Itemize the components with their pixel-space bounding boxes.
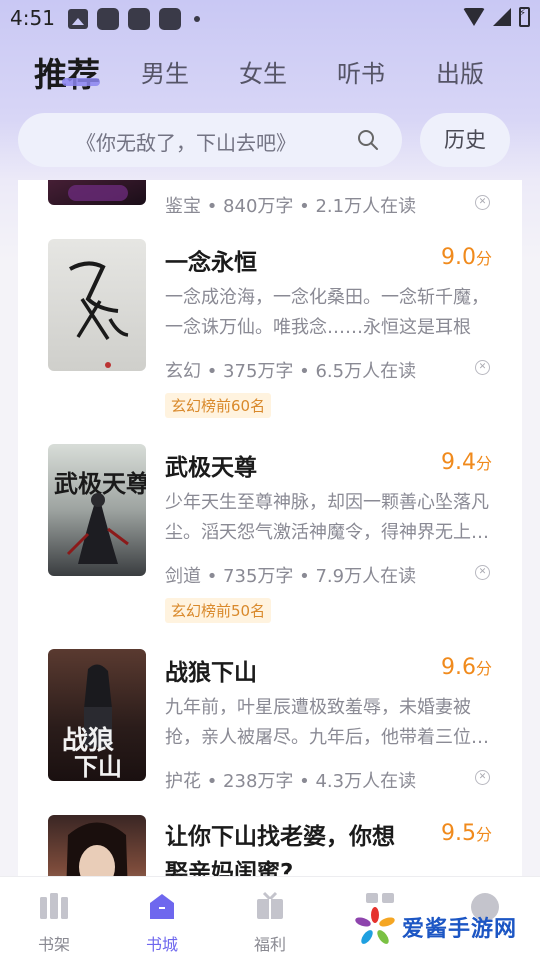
tab-audiobook[interactable]: 听书 xyxy=(337,54,385,89)
book-title[interactable]: 一念永恒 xyxy=(165,243,257,277)
tab-female[interactable]: 女生 xyxy=(239,54,287,89)
nav-label: 书架 xyxy=(37,935,70,954)
store-icon xyxy=(150,894,174,919)
app-notification-icon xyxy=(97,8,119,30)
battery-icon xyxy=(519,7,530,27)
search-icon[interactable] xyxy=(356,128,380,152)
watermark-text: 爱酱手游网 xyxy=(402,917,518,942)
close-icon[interactable]: ✕ xyxy=(475,770,490,785)
rank-badge: 玄幻榜前60名 xyxy=(165,393,272,418)
book-title[interactable]: 让你下山找老婆，你想娶亲妈闺蜜? xyxy=(165,819,405,876)
book-cover[interactable] xyxy=(48,815,146,876)
book-cover[interactable]: 战狼 下山 xyxy=(48,649,146,781)
signal-icon xyxy=(493,8,511,26)
tab-publishing[interactable]: 出版 xyxy=(436,54,484,89)
gift-icon xyxy=(257,891,283,919)
book-meta: 玄幻 • 375万字 • 6.5万人在读 xyxy=(165,361,417,382)
book-score: 9.5分 xyxy=(440,821,492,846)
book-cover[interactable] xyxy=(48,239,146,371)
history-button[interactable]: 历史 xyxy=(420,113,510,167)
watermark-logo-icon xyxy=(355,907,395,944)
book-meta: 鉴宝 • 840万字 • 2.1万人在读 xyxy=(165,196,417,217)
book-score: 9.6分 xyxy=(440,655,492,680)
rank-badge: 玄幻榜前50名 xyxy=(165,598,272,623)
nav-store[interactable]: 书城 xyxy=(127,891,197,955)
tab-recommend[interactable]: 推荐 xyxy=(34,48,100,96)
book-title[interactable]: 武极天尊 xyxy=(165,448,257,482)
svg-text:战狼: 战狼 xyxy=(62,725,114,756)
book-meta: 剑道 • 735万字 • 7.9万人在读 xyxy=(165,566,417,587)
system-icons xyxy=(463,7,530,27)
book-score: 9.0分 xyxy=(440,245,492,270)
book-cover[interactable] xyxy=(48,180,146,205)
category-tabs: 推荐 男生 女生 听书 出版 xyxy=(0,48,540,94)
app-notification-icon xyxy=(159,8,181,30)
book-description: 九年前，叶星辰遭极致羞辱，未婚妻被抢，亲人被屠尽。九年后，他带着三位… xyxy=(165,697,489,748)
status-bar: 4:51 xyxy=(0,0,540,38)
nav-welfare[interactable]: 福利 xyxy=(235,891,305,955)
close-icon[interactable]: ✕ xyxy=(475,565,490,580)
more-notifications-icon xyxy=(194,16,200,22)
book-score: 9.4分 xyxy=(440,450,492,475)
nav-label: 书城 xyxy=(145,935,178,954)
book-title[interactable]: 战狼下山 xyxy=(165,653,257,687)
wifi-icon xyxy=(463,8,485,26)
book-list[interactable]: 鉴宝 • 840万字 • 2.1万人在读 ✕ 一念永恒 9.0分 一念成沧海，一… xyxy=(18,180,522,876)
book-description: 一念成沧海，一念化桑田。一念斩千魔，一念诛万仙。唯我念……永恒这是耳根继… xyxy=(165,287,489,338)
notification-icons xyxy=(68,8,200,30)
close-icon[interactable]: ✕ xyxy=(475,360,490,375)
book-meta: 护花 • 238万字 • 4.3万人在读 xyxy=(165,771,417,792)
nav-label: 福利 xyxy=(253,935,286,954)
active-tab-indicator xyxy=(62,78,100,86)
svg-text:下山: 下山 xyxy=(74,753,122,781)
watermark: 爱酱手游网 xyxy=(354,906,517,948)
status-time: 4:51 xyxy=(10,6,55,30)
nav-bookshelf[interactable]: 书架 xyxy=(19,891,89,955)
book-cover[interactable]: 武极天尊 xyxy=(48,444,146,576)
app-notification-icon xyxy=(128,8,150,30)
bookshelf-icon xyxy=(40,893,68,919)
image-notification-icon xyxy=(68,9,88,29)
search-input[interactable]: 《你无敌了，下山去吧》 xyxy=(18,113,402,167)
tab-male[interactable]: 男生 xyxy=(141,54,189,89)
close-icon[interactable]: ✕ xyxy=(475,195,490,210)
search-placeholder: 《你无敌了，下山去吧》 xyxy=(76,131,296,155)
book-description: 少年天生至尊神脉，却因一颗善心坠落凡尘。滔天怨气激活神魔令，得神界无上… xyxy=(165,492,489,543)
